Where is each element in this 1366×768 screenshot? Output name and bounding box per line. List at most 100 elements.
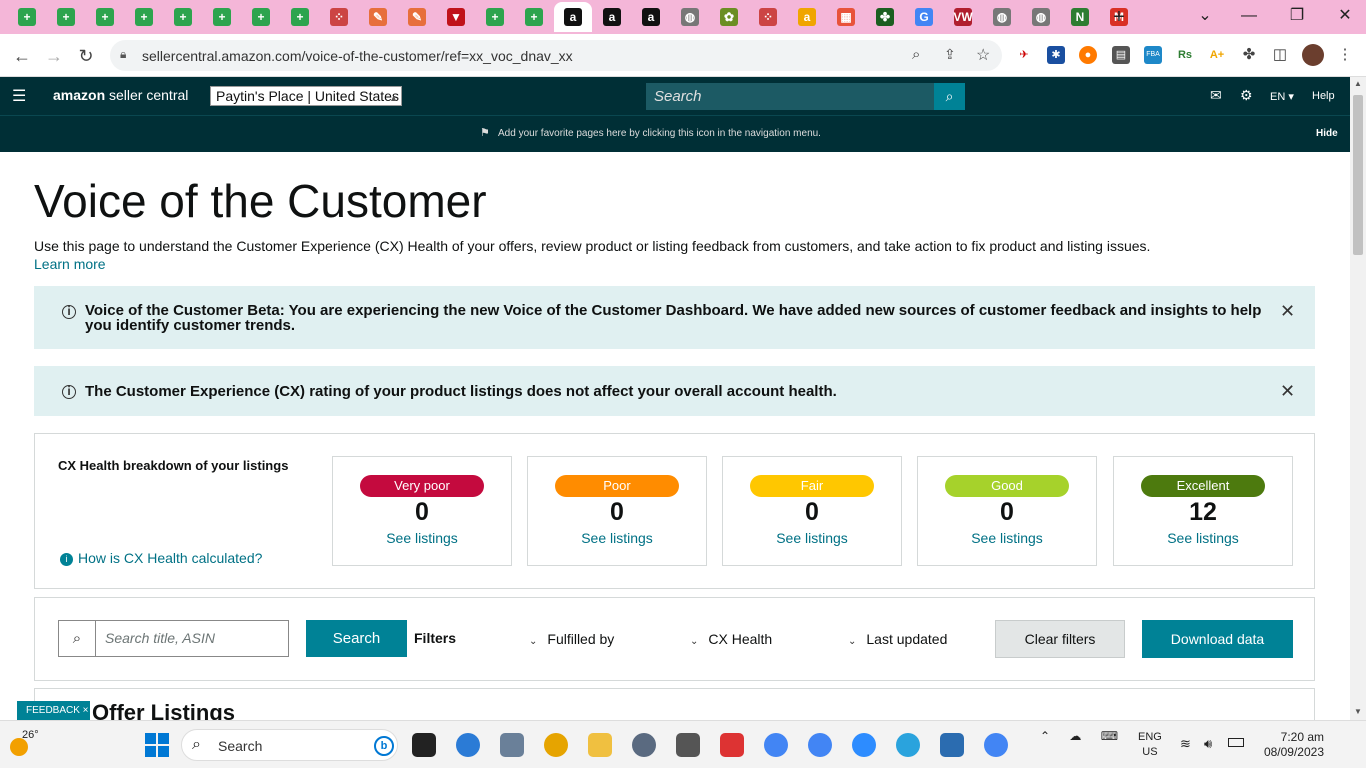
see-listings-link[interactable]: See listings [528,530,706,546]
minimize-icon[interactable]: — [1236,4,1262,28]
browser-tab[interactable]: + [203,2,241,32]
browser-tab[interactable]: + [8,2,46,32]
clock[interactable]: 7:20 am 08/09/2023 [1258,730,1324,760]
browser-tab[interactable]: + [476,2,514,32]
chrome-icon[interactable] [764,733,788,757]
scroll-up-icon[interactable]: ▲ [1354,79,1362,88]
browser-tab[interactable]: ✤ [866,2,904,32]
help-link[interactable]: Help [1312,90,1335,102]
fba-extension-icon[interactable]: FBA [1144,46,1162,64]
edge-icon[interactable] [456,733,480,757]
learn-more-link[interactable]: Learn more [34,256,106,272]
account-switcher[interactable]: Paytin's Place | United States▲▼ [210,86,402,106]
browser-tab[interactable]: a [593,2,631,32]
reload-icon[interactable]: ↻ [74,44,98,68]
language-selector[interactable]: EN ▾ [1270,90,1294,103]
see-listings-link[interactable]: See listings [333,530,511,546]
cx-health-info-link[interactable]: i How is CX Health calculated? [60,550,262,566]
browser-tab[interactable]: ▦ [827,2,865,32]
browser-tab[interactable]: a [632,2,670,32]
keyboard-icon[interactable]: ⌨ [1101,729,1118,743]
browser-tab[interactable]: + [242,2,280,32]
battery-icon[interactable] [1228,738,1244,747]
browser-tab[interactable]: ▼ [437,2,475,32]
rs-extension-icon[interactable]: Rs [1176,46,1194,64]
browser-menu-icon[interactable]: ⋮ [1336,46,1354,64]
cloud-icon[interactable]: ☁ [1069,729,1081,743]
search-button[interactable]: Search [306,620,407,657]
wifi-icon[interactable]: ≋ [1180,736,1191,752]
browser-tab[interactable]: a [788,2,826,32]
app-icon[interactable] [544,733,568,757]
telegram-icon[interactable] [896,733,920,757]
see-listings-link[interactable]: See listings [918,530,1096,546]
close-window-icon[interactable]: ✕ [1332,4,1358,28]
seller-central-logo[interactable]: amazon seller central [53,87,188,103]
back-arrow-icon[interactable]: ← [10,44,34,68]
system-tray[interactable]: ⌃ ☁ ⌨ [1040,729,1118,743]
browser-tab[interactable]: N [1061,2,1099,32]
profile-avatar[interactable] [1302,44,1324,66]
extension-icon[interactable]: ● [1079,46,1097,64]
browser-tab[interactable]: G [905,2,943,32]
input-language[interactable]: ENG US [1138,730,1162,760]
vertical-scrollbar[interactable]: ▲ ▼ [1350,77,1366,720]
extension-off-icon[interactable]: ▤ [1112,46,1130,64]
listing-search-input[interactable]: Search title, ASIN [95,620,289,657]
address-bar[interactable]: 🔒︎ sellercentral.amazon.com/voice-of-the… [110,40,1002,71]
settings-icon[interactable] [632,733,656,757]
extensions-puzzle-icon[interactable]: ✤ [1240,46,1258,64]
download-data-button[interactable]: Download data [1142,620,1293,658]
restore-icon[interactable]: ❐ [1284,4,1310,28]
chrome-icon[interactable] [808,733,832,757]
calculator-icon[interactable] [500,733,524,757]
see-listings-link[interactable]: See listings [1114,530,1292,546]
bookmark-star-icon[interactable]: ☆ [976,45,990,65]
notepad-icon[interactable] [940,733,964,757]
browser-tab[interactable]: ✿ [710,2,748,32]
hamburger-menu-icon[interactable]: ☰ [12,86,26,106]
close-icon[interactable]: ✕ [1280,381,1295,402]
chrome-icon[interactable] [984,733,1008,757]
browser-tab[interactable]: ✎ [398,2,436,32]
zoom-icon[interactable]: ⌕ [912,46,920,63]
last-updated-dropdown[interactable]: ⌄ Last updated [848,631,947,647]
see-listings-link[interactable]: See listings [723,530,901,546]
zoom-icon[interactable] [852,733,876,757]
task-view-icon[interactable] [412,733,436,757]
close-icon[interactable]: ✕ [1280,301,1295,322]
tab-search-chevron-icon[interactable]: ⌄ [1192,4,1218,28]
hide-favorites-button[interactable]: Hide [1316,128,1338,139]
forward-arrow-icon[interactable]: → [42,44,66,68]
browser-tab[interactable]: + [281,2,319,32]
browser-tab[interactable]: ✎ [359,2,397,32]
extension-icon[interactable]: ✱ [1047,46,1065,64]
cx-health-dropdown[interactable]: ⌄ CX Health [690,631,772,647]
file-explorer-icon[interactable] [588,733,612,757]
seller-search-input[interactable]: Search [646,83,936,110]
side-panel-icon[interactable]: ◫ [1271,46,1289,64]
taskbar-search[interactable]: ⌕ Search b [181,729,398,761]
gear-icon[interactable]: ⚙ [1240,87,1253,104]
browser-tab[interactable]: + [47,2,85,32]
browser-tab[interactable]: ⁘ [749,2,787,32]
scroll-down-icon[interactable]: ▼ [1354,707,1362,716]
fulfilled-by-dropdown[interactable]: ⌄ Fulfilled by [529,631,614,647]
clear-filters-button[interactable]: Clear filters [995,620,1125,658]
browser-tab[interactable]: ◍ [983,2,1021,32]
mail-icon[interactable]: ✉ [1210,87,1222,104]
browser-tab[interactable]: + [86,2,124,32]
search-icon[interactable]: ⌕ [934,83,965,110]
bing-icon[interactable]: b [374,736,394,756]
share-icon[interactable]: ⇪ [944,46,956,63]
browser-tab[interactable]: ◍ [671,2,709,32]
browser-tab[interactable]: + [125,2,163,32]
browser-tab[interactable]: + [164,2,202,32]
volume-icon[interactable]: 🔊︎ [1204,736,1212,752]
camera-icon[interactable] [676,733,700,757]
windows-start-icon[interactable] [145,733,169,757]
browser-tab[interactable]: ◍ [1022,2,1060,32]
browser-tab[interactable]: VW [944,2,982,32]
feedback-tab[interactable]: FEEDBACK × [17,701,90,720]
browser-tab[interactable]: ⁘ [320,2,358,32]
